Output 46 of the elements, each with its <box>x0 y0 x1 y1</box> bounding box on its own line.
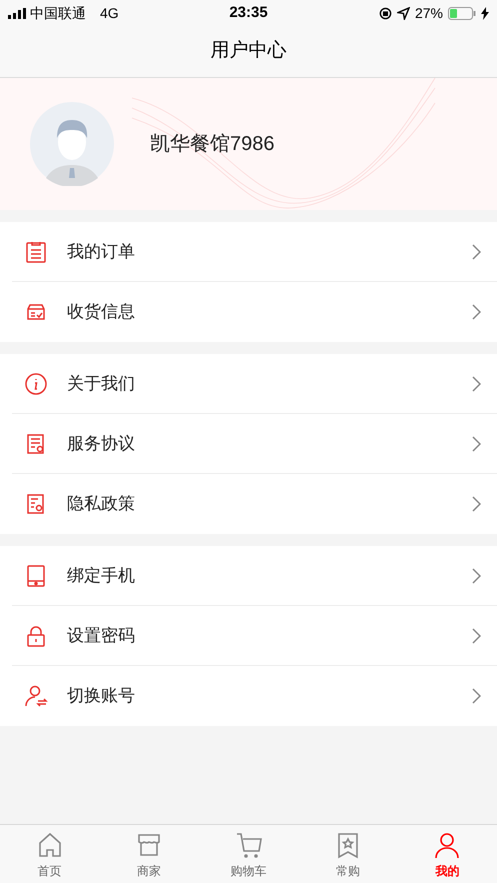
menu-label: 隐私政策 <box>67 493 136 516</box>
page-title: 用户中心 <box>210 39 286 64</box>
cart-icon <box>234 830 263 858</box>
rotation-lock-icon <box>378 6 392 20</box>
menu-item[interactable]: 切换账号 <box>0 666 497 726</box>
tab-item[interactable]: 我的 <box>398 825 497 883</box>
chevron-right-icon <box>471 436 481 452</box>
chevron-right-icon <box>471 496 481 512</box>
carrier-text: 中国联通 <box>30 4 86 22</box>
info-icon <box>24 372 48 396</box>
chevron-right-icon <box>471 568 481 584</box>
tab-item[interactable]: 商家 <box>99 825 199 883</box>
clock-text: 23:35 <box>229 2 268 23</box>
chevron-right-icon <box>471 304 481 320</box>
menu-item[interactable]: 隐私政策 <box>0 474 497 534</box>
menu-item[interactable]: 设置密码 <box>0 606 497 666</box>
menu-item[interactable]: 收货信息 <box>0 282 497 342</box>
menu-label: 切换账号 <box>67 685 136 708</box>
menu-item[interactable]: 服务协议 <box>0 414 497 474</box>
menu-label: 收货信息 <box>67 301 136 324</box>
user-switch-icon <box>24 684 48 708</box>
menu-label: 设置密码 <box>67 625 136 648</box>
chevron-right-icon <box>471 628 481 644</box>
chevron-right-icon <box>471 688 481 704</box>
charging-bolt-icon <box>481 6 489 20</box>
menu-label: 我的订单 <box>67 241 136 264</box>
menu-item[interactable]: 我的订单 <box>0 222 497 282</box>
menu-label: 服务协议 <box>67 433 136 456</box>
chevron-right-icon <box>471 376 481 392</box>
location-arrow-icon <box>396 6 410 20</box>
menu-label: 绑定手机 <box>67 565 136 588</box>
avatar-icon <box>30 102 114 186</box>
clipboard-icon <box>24 240 48 264</box>
network-text: 4G <box>100 4 119 22</box>
menu-item[interactable]: 绑定手机 <box>0 546 497 606</box>
signal-icon <box>8 8 26 18</box>
tab-item[interactable]: 购物车 <box>198 825 298 883</box>
menu-label: 关于我们 <box>67 373 136 396</box>
tab-item[interactable]: 常购 <box>298 825 398 883</box>
user-icon <box>433 830 462 858</box>
tab-item[interactable]: 首页 <box>0 825 100 883</box>
menu-item[interactable]: 关于我们 <box>0 354 497 414</box>
battery-icon <box>448 6 476 20</box>
battery-percent-text: 27% <box>414 4 443 22</box>
user-name: 凯华餐馆7986 <box>150 132 274 157</box>
chevron-right-icon <box>471 244 481 260</box>
